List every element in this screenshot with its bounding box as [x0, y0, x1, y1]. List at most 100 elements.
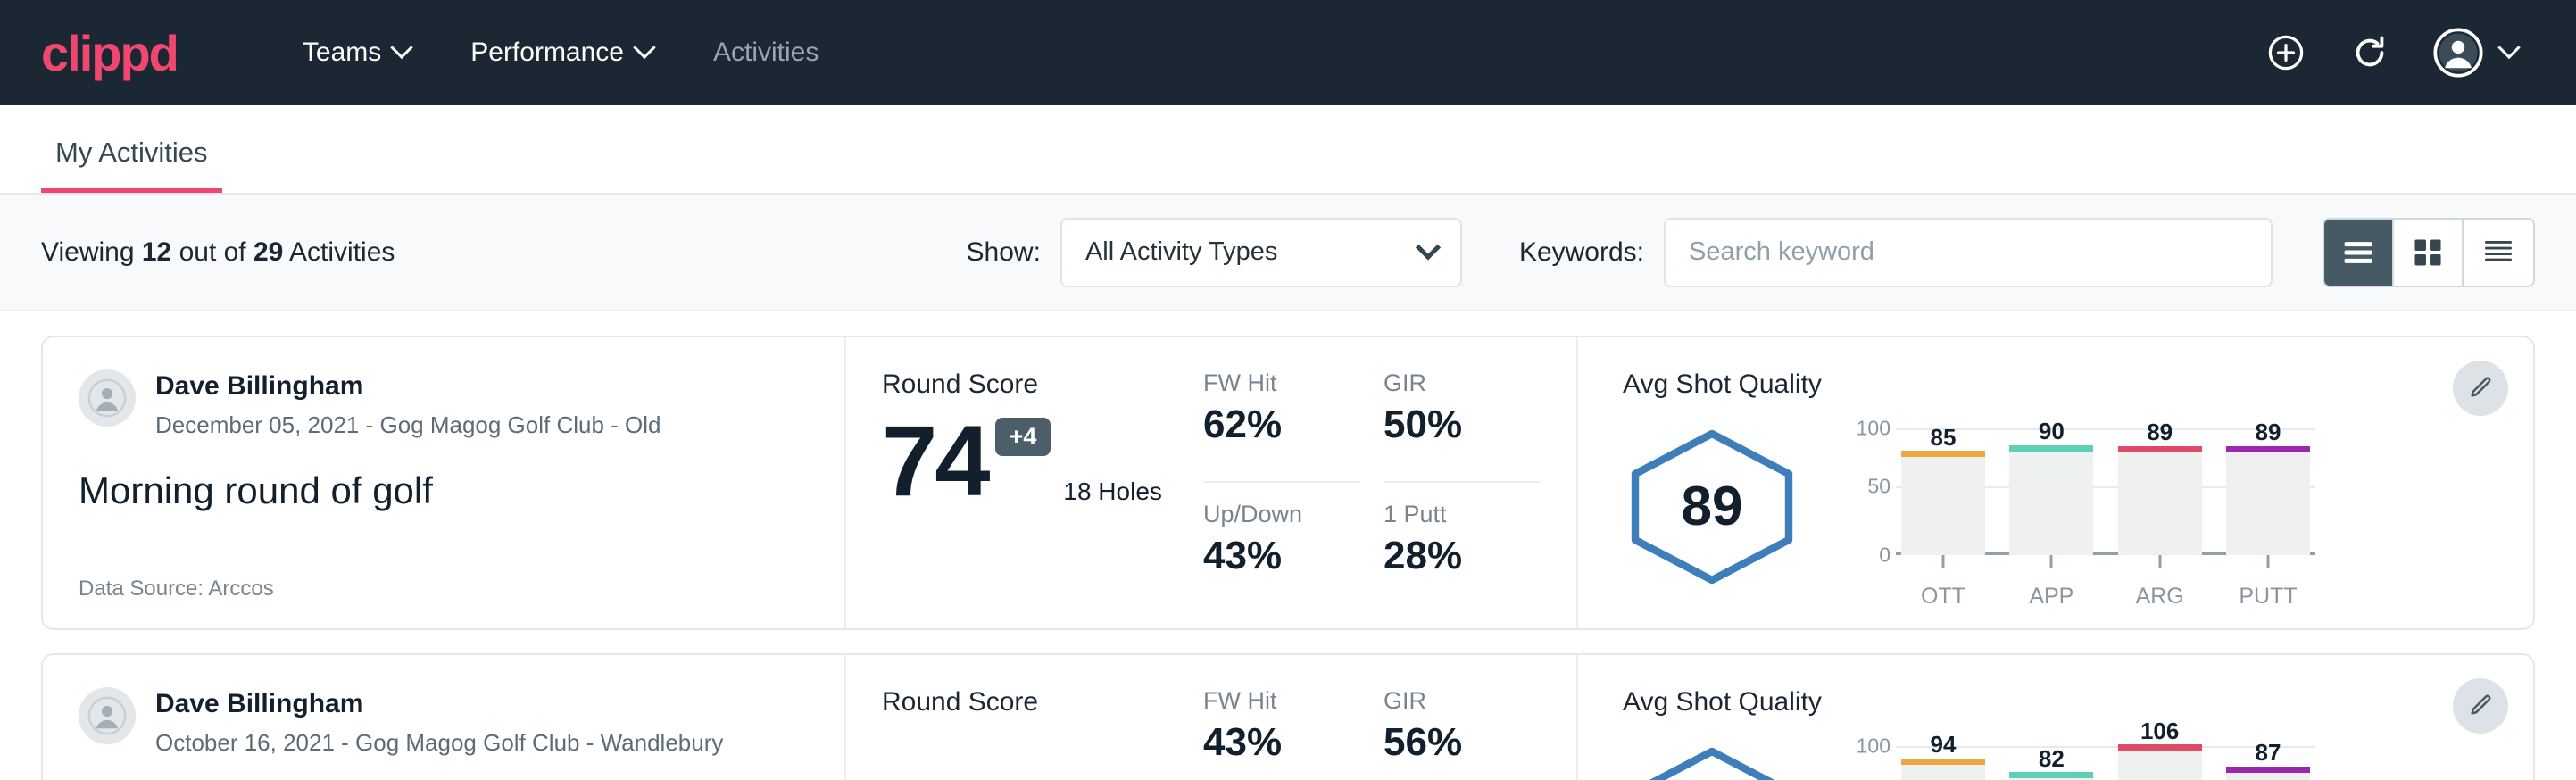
stat-value: 50%	[1384, 402, 1541, 447]
bar-cap	[2009, 772, 2093, 778]
y-tick: 0	[1879, 544, 1890, 568]
compact-view-icon	[2483, 239, 2514, 266]
viewing-mid: out of	[171, 237, 253, 267]
bar	[2118, 751, 2202, 780]
nav-item-performance-label: Performance	[470, 37, 624, 68]
compact-view-button[interactable]	[2464, 220, 2533, 286]
shot-quality-score: 89	[1623, 428, 1801, 585]
bar-cap	[2118, 744, 2202, 751]
shot-quality-score	[1623, 746, 1801, 780]
stat-gir: GIR 56%	[1384, 687, 1541, 780]
nav-item-activities[interactable]: Activities	[683, 37, 849, 68]
x-tick	[2158, 555, 2161, 568]
bar-group-arg: 106	[2118, 746, 2202, 780]
activity-type-select-value: All Activity Types	[1085, 237, 1277, 267]
nav-actions	[2265, 28, 2535, 78]
avg-shot-quality-column: Avg Shot Quality 100 50 0	[1578, 655, 2533, 780]
activity-person: Dave Billingham December 05, 2021 - Gog …	[79, 369, 809, 439]
chart-y-axis: 100 50 0	[1846, 746, 1896, 780]
search-input[interactable]	[1664, 218, 2273, 287]
list-view-button[interactable]	[2324, 220, 2394, 286]
nav-item-activities-label: Activities	[713, 37, 819, 68]
viewing-count: 12	[142, 237, 171, 267]
pencil-icon	[2467, 375, 2494, 402]
activity-stats-grid: FW Hit 62% GIR 50% Up/Down 43% 1 Putt 28…	[1203, 337, 1578, 628]
shot-quality-bar-chart: 100 50 0 85	[1846, 403, 2315, 610]
activity-title: Morning round of golf	[79, 469, 809, 512]
x-label: APP	[2009, 584, 2093, 610]
bar	[2118, 452, 2202, 555]
tab-my-activities[interactable]: My Activities	[41, 137, 222, 193]
user-menu[interactable]	[2433, 28, 2517, 78]
stat-label: GIR	[1384, 687, 1541, 715]
avg-shot-quality-body: 100 50 0 94	[1623, 721, 2497, 780]
avg-shot-quality-label: Avg Shot Quality	[1623, 687, 2497, 718]
nav-item-teams[interactable]: Teams	[272, 37, 440, 68]
plus-circle-icon	[2265, 32, 2306, 73]
stat-label: FW Hit	[1203, 369, 1360, 397]
chevron-down-icon	[633, 37, 655, 59]
y-tick: 100	[1857, 734, 1890, 759]
view-toggle-group	[2323, 218, 2535, 287]
activity-meta: October 16, 2021 - Gog Magog Golf Club -…	[155, 729, 723, 757]
activity-type-select[interactable]: All Activity Types	[1060, 218, 1462, 287]
stat-label: Up/Down	[1203, 501, 1360, 528]
round-score-row: 74 +4 18 Holes	[882, 405, 1203, 511]
activity-meta: December 05, 2021 - Gog Magog Golf Club …	[155, 411, 661, 439]
avg-shot-quality-column: Avg Shot Quality 89 100 50 0	[1578, 337, 2533, 628]
bar-group-app: 82	[2009, 746, 2093, 780]
bar-group-putt: 87	[2226, 746, 2310, 780]
stat-label: FW Hit	[1203, 687, 1360, 715]
bar-value: 90	[2039, 418, 2065, 445]
shot-quality-hexagon	[1623, 746, 1801, 780]
nav-item-performance[interactable]: Performance	[440, 37, 683, 68]
chart-y-axis: 100 50 0	[1846, 428, 1896, 555]
shot-quality-bar-chart: 100 50 0 94	[1846, 721, 2315, 780]
stat-fw-hit: FW Hit 43%	[1203, 687, 1360, 780]
avatar-icon	[87, 378, 127, 418]
bar-cap	[2226, 767, 2310, 773]
stat-value: 62%	[1203, 402, 1360, 447]
add-button[interactable]	[2265, 32, 2306, 73]
chart-plot-area: 94 82	[1896, 746, 2315, 780]
bar	[1901, 457, 1985, 555]
tab-strip: My Activities	[0, 105, 2576, 195]
stat-fw-hit: FW Hit 62%	[1203, 369, 1360, 483]
stat-one-putt: 1 Putt 28%	[1384, 501, 1541, 602]
avatar-icon	[87, 696, 127, 735]
chevron-down-icon	[2497, 37, 2520, 59]
avatar	[79, 369, 136, 427]
round-score-label: Round Score	[882, 687, 1203, 718]
avg-shot-quality-label: Avg Shot Quality	[1623, 369, 2497, 400]
edit-activity-button[interactable]	[2453, 678, 2508, 734]
activity-person: Dave Billingham October 16, 2021 - Gog M…	[79, 687, 809, 757]
x-tick	[1942, 555, 1945, 568]
bar-value: 106	[2140, 718, 2179, 745]
app-logo[interactable]: clippd	[41, 24, 178, 82]
activity-card[interactable]: Dave Billingham October 16, 2021 - Gog M…	[41, 653, 2535, 780]
bar-value: 85	[1931, 424, 1957, 452]
activity-card[interactable]: Dave Billingham December 05, 2021 - Gog …	[41, 336, 2535, 630]
stat-label: GIR	[1384, 369, 1541, 397]
bar-group-ott: 85	[1901, 428, 1985, 555]
y-tick: 50	[1867, 474, 1890, 498]
activity-stats-grid: FW Hit 43% GIR 56%	[1203, 655, 1578, 780]
bar-value: 89	[2256, 419, 2281, 446]
edit-activity-button[interactable]	[2453, 361, 2508, 416]
bar	[2226, 452, 2310, 555]
refresh-icon	[2349, 32, 2390, 73]
bar-value: 94	[1931, 731, 1957, 759]
viewing-total: 29	[253, 237, 283, 267]
refresh-button[interactable]	[2349, 32, 2390, 73]
bar	[2226, 773, 2310, 780]
toolbar-controls: Show: All Activity Types Keywords:	[967, 218, 2535, 287]
stat-value: 43%	[1203, 720, 1360, 765]
chart-x-labels: OTT APP ARG PUTT	[1896, 584, 2315, 610]
grid-view-button[interactable]	[2394, 220, 2464, 286]
chart-bars: 85 90	[1896, 428, 2315, 555]
pencil-icon	[2467, 693, 2494, 719]
primary-nav: Teams Performance Activities	[272, 37, 849, 68]
stat-value: 56%	[1384, 720, 1541, 765]
chart-bars: 94 82	[1896, 746, 2315, 780]
bar-value: 89	[2147, 419, 2173, 446]
